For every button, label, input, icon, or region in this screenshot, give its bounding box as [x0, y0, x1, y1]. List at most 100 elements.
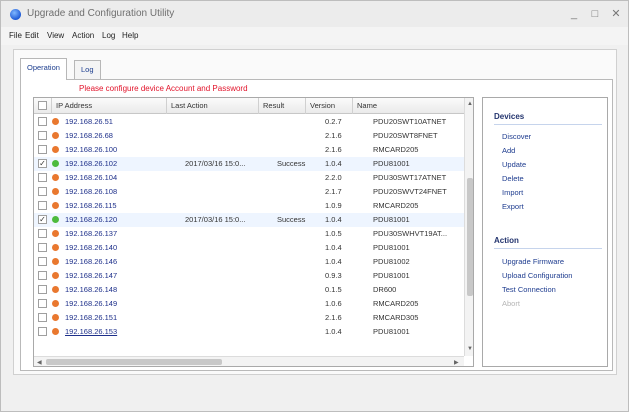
- upload-configuration-link[interactable]: Upload Configuration: [502, 271, 572, 280]
- menu-help[interactable]: Help: [122, 31, 138, 40]
- ip-address-cell[interactable]: 192.168.26.51: [65, 117, 165, 126]
- minimize-button[interactable]: _: [566, 6, 582, 22]
- scroll-right-arrow[interactable]: ▶: [454, 359, 459, 366]
- table-row[interactable]: 192.168.26.104 2.2.0 PDU30SWT17ATNET: [34, 171, 464, 185]
- delete-link[interactable]: Delete: [502, 174, 524, 183]
- ip-address-cell[interactable]: 192.168.26.102: [65, 159, 165, 168]
- table-row[interactable]: 192.168.26.137 1.0.5 PDU30SWHVT19AT...: [34, 227, 464, 241]
- table-row[interactable]: 192.168.26.151 2.1.6 RMCARD305: [34, 311, 464, 325]
- scroll-left-arrow[interactable]: ◀: [37, 359, 42, 366]
- ip-address-cell[interactable]: 192.168.26.68: [65, 131, 165, 140]
- test-connection-link[interactable]: Test Connection: [502, 285, 556, 294]
- table-row[interactable]: 192.168.26.153 1.0.4 PDU81001: [34, 325, 464, 339]
- import-link[interactable]: Import: [502, 188, 523, 197]
- table-row[interactable]: 192.168.26.146 1.0.4 PDU81002: [34, 255, 464, 269]
- update-link[interactable]: Update: [502, 160, 526, 169]
- version-cell: 0.2.7: [325, 117, 342, 126]
- table-row[interactable]: ✓ 192.168.26.102 2017/03/16 15:0... Success…: [34, 157, 464, 171]
- row-checkbox[interactable]: [38, 173, 47, 182]
- table-row[interactable]: 192.168.26.140 1.0.4 PDU81001: [34, 241, 464, 255]
- application-window: Upgrade and Configuration Utility _ □ ✕ …: [0, 0, 629, 412]
- row-checkbox[interactable]: [38, 117, 47, 126]
- add-link[interactable]: Add: [502, 146, 515, 155]
- table-row[interactable]: 192.168.26.108 2.1.7 PDU20SWVT24FNET: [34, 185, 464, 199]
- ip-address-cell[interactable]: 192.168.26.147: [65, 271, 165, 280]
- export-link[interactable]: Export: [502, 202, 524, 211]
- menu-file[interactable]: File: [9, 31, 22, 40]
- header-name[interactable]: Name: [353, 98, 464, 114]
- ip-address-cell[interactable]: 192.168.26.120: [65, 215, 165, 224]
- header-version[interactable]: Version: [306, 98, 353, 114]
- menu-log[interactable]: Log: [102, 31, 115, 40]
- row-checkbox[interactable]: [38, 327, 47, 336]
- version-cell: 2.2.0: [325, 173, 342, 182]
- row-checkbox[interactable]: [38, 257, 47, 266]
- app-icon: [10, 9, 21, 20]
- tab-log[interactable]: Log: [74, 60, 101, 79]
- header-last-action[interactable]: Last Action: [167, 98, 259, 114]
- ip-address-cell[interactable]: 192.168.26.149: [65, 299, 165, 308]
- vertical-scroll-thumb[interactable]: [467, 178, 473, 296]
- operation-panel: Please configure device Account and Pass…: [20, 79, 613, 371]
- row-checkbox[interactable]: ✓: [38, 215, 47, 224]
- tab-operation[interactable]: Operation: [20, 58, 67, 80]
- ip-address-cell[interactable]: 192.168.26.108: [65, 187, 165, 196]
- menu-view[interactable]: View: [47, 31, 64, 40]
- row-checkbox[interactable]: ✓: [38, 159, 47, 168]
- status-dot-icon: [52, 314, 59, 321]
- main-content: Operation Log Please configure device Ac…: [13, 49, 617, 375]
- row-checkbox[interactable]: [38, 131, 47, 140]
- header-result[interactable]: Result: [259, 98, 306, 114]
- menu-bar: File Edit View Action Log Help: [1, 27, 628, 45]
- table-row[interactable]: 192.168.26.147 0.9.3 PDU81001: [34, 269, 464, 283]
- ip-address-cell[interactable]: 192.168.26.151: [65, 313, 165, 322]
- row-checkbox[interactable]: [38, 299, 47, 308]
- upgrade-firmware-link[interactable]: Upgrade Firmware: [502, 257, 564, 266]
- task-panel: Devices Discover Add Update Delete Impor…: [482, 97, 608, 367]
- row-checkbox[interactable]: [38, 271, 47, 280]
- maximize-button[interactable]: □: [587, 6, 603, 22]
- row-checkbox[interactable]: [38, 201, 47, 210]
- status-dot-icon: [52, 272, 59, 279]
- row-checkbox[interactable]: [38, 285, 47, 294]
- ip-address-cell[interactable]: 192.168.26.140: [65, 243, 165, 252]
- table-row[interactable]: 192.168.26.68 2.1.6 PDU20SWT8FNET: [34, 129, 464, 143]
- table-row[interactable]: 192.168.26.100 2.1.6 RMCARD205: [34, 143, 464, 157]
- status-dot-icon: [52, 244, 59, 251]
- header-ip-address[interactable]: IP Address: [52, 98, 167, 114]
- horizontal-scrollbar[interactable]: ◀ ▶: [34, 356, 464, 366]
- menu-edit[interactable]: Edit: [25, 31, 39, 40]
- discover-link[interactable]: Discover: [502, 132, 531, 141]
- ip-address-cell[interactable]: 192.168.26.100: [65, 145, 165, 154]
- row-checkbox[interactable]: [38, 145, 47, 154]
- ip-address-cell[interactable]: 192.168.26.153: [65, 327, 165, 336]
- header-select-cell: [34, 98, 52, 114]
- close-button[interactable]: ✕: [608, 6, 624, 22]
- table-row[interactable]: 192.168.26.51 0.2.7 PDU20SWT10ATNET: [34, 115, 464, 129]
- scroll-up-arrow[interactable]: ▲: [467, 101, 473, 107]
- name-cell: PDU20SWT10ATNET: [373, 117, 447, 126]
- row-checkbox[interactable]: [38, 229, 47, 238]
- status-dot-icon: [52, 202, 59, 209]
- vertical-scrollbar[interactable]: ▲ ▼: [464, 98, 473, 356]
- table-row[interactable]: 192.168.26.115 1.0.9 RMCARD205: [34, 199, 464, 213]
- horizontal-scroll-thumb[interactable]: [46, 359, 222, 365]
- table-row[interactable]: 192.168.26.149 1.0.6 RMCARD205: [34, 297, 464, 311]
- ip-address-cell[interactable]: 192.168.26.148: [65, 285, 165, 294]
- ip-address-cell[interactable]: 192.168.26.146: [65, 257, 165, 266]
- table-row[interactable]: 192.168.26.148 0.1.5 DR600: [34, 283, 464, 297]
- select-all-checkbox[interactable]: [38, 101, 47, 110]
- ip-address-cell[interactable]: 192.168.26.104: [65, 173, 165, 182]
- row-checkbox[interactable]: [38, 313, 47, 322]
- status-dot-icon: [52, 216, 59, 223]
- ip-address-cell[interactable]: 192.168.26.137: [65, 229, 165, 238]
- table-header: IP Address Last Action Result Version Na…: [34, 98, 464, 114]
- scroll-down-arrow[interactable]: ▼: [467, 346, 473, 352]
- row-checkbox[interactable]: [38, 243, 47, 252]
- menu-action[interactable]: Action: [72, 31, 94, 40]
- row-checkbox[interactable]: [38, 187, 47, 196]
- table-row[interactable]: ✓ 192.168.26.120 2017/03/16 15:0... Success…: [34, 213, 464, 227]
- name-cell: PDU20SWVT24FNET: [373, 187, 447, 196]
- ip-address-cell[interactable]: 192.168.26.115: [65, 201, 165, 210]
- title-bar[interactable]: Upgrade and Configuration Utility _ □ ✕: [1, 1, 628, 27]
